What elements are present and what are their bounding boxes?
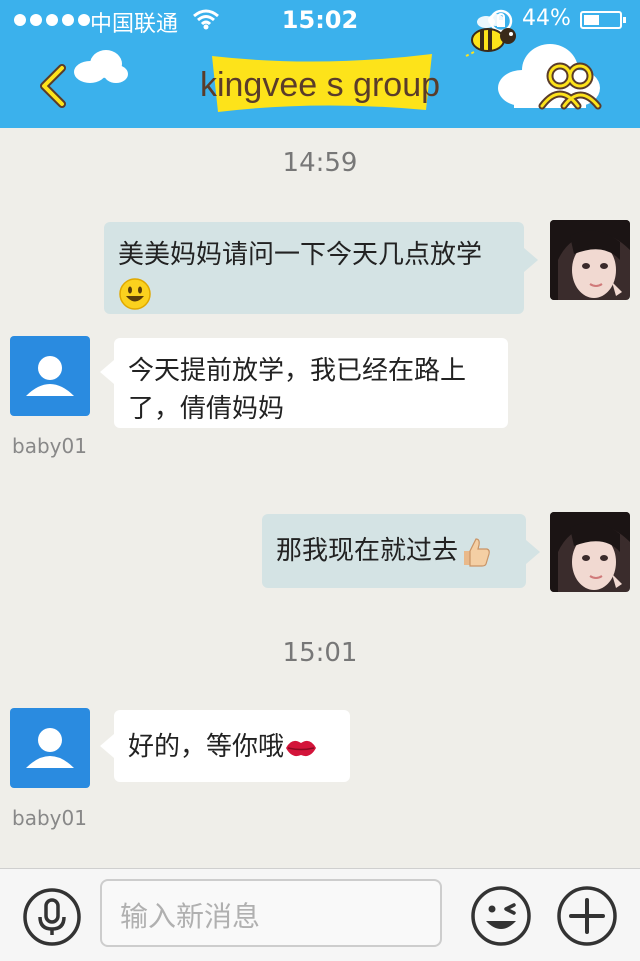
battery-percentage: 44% [522, 6, 571, 31]
person-icon [26, 356, 74, 396]
emoji-picker-button[interactable] [470, 885, 532, 947]
message-text: 好的，等你哦 [128, 732, 285, 762]
navigation-header: 中国联通 15:02 44% kingvee s group [0, 0, 640, 128]
back-button[interactable] [30, 58, 84, 112]
group-members-button[interactable] [538, 60, 602, 110]
message-input-bar: 输入新消息 [0, 868, 640, 961]
add-attachment-button[interactable] [556, 885, 618, 947]
bubble-tail [524, 248, 538, 272]
thumbs-up-emoji [464, 537, 490, 567]
bubble-tail [100, 734, 114, 758]
message-timestamp: 14:59 [282, 148, 358, 178]
message-text: 美美妈妈请问一下今天几点放学 [118, 240, 483, 270]
voice-input-button[interactable] [22, 887, 82, 947]
chat-title: kingvee s group [199, 66, 441, 104]
contact-avatar[interactable] [10, 336, 90, 416]
message-text: 那我现在就过去 [276, 536, 459, 566]
message-input[interactable]: 输入新消息 [100, 879, 442, 947]
contact-avatar[interactable] [10, 708, 90, 788]
incoming-message-bubble[interactable]: 好的，等你哦 [114, 710, 350, 782]
incoming-message-bubble[interactable]: 今天提前放学，我已经在路上 了，倩倩妈妈 [114, 338, 508, 428]
status-bar: 中国联通 15:02 44% [0, 0, 640, 40]
outgoing-message-bubble[interactable]: 美美妈妈请问一下今天几点放学 [104, 222, 524, 314]
my-avatar[interactable] [550, 512, 630, 592]
bubble-tail [526, 540, 540, 564]
bubble-tail [100, 360, 114, 384]
sender-name: baby01 [12, 434, 87, 458]
my-avatar[interactable] [550, 220, 630, 300]
person-icon [26, 728, 74, 768]
message-timestamp: 15:01 [282, 638, 358, 668]
message-text-line: 今天提前放学，我已经在路上 [128, 356, 467, 386]
smiling-face-emoji [119, 277, 151, 310]
message-text-line: 了，倩倩妈妈 [128, 394, 285, 424]
outgoing-message-bubble[interactable]: 那我现在就过去 [262, 514, 526, 588]
kiss-lips-emoji [286, 740, 317, 756]
sender-name: baby01 [12, 806, 87, 830]
bee-icon [465, 14, 516, 57]
battery-icon [580, 11, 626, 29]
